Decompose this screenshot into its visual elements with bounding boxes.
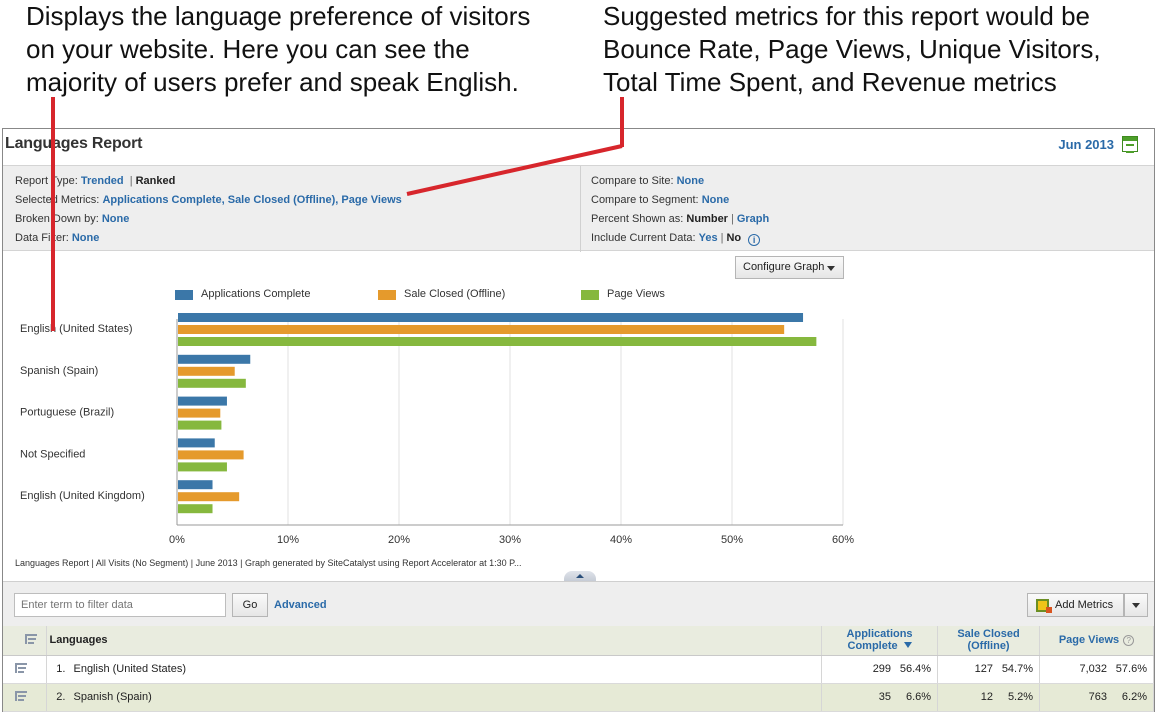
annotation-lines (51, 97, 624, 331)
annotation-line-left (51, 97, 55, 331)
annotation-line-right-vertical (620, 97, 624, 147)
annotation-line-right-diagonal (406, 144, 623, 196)
